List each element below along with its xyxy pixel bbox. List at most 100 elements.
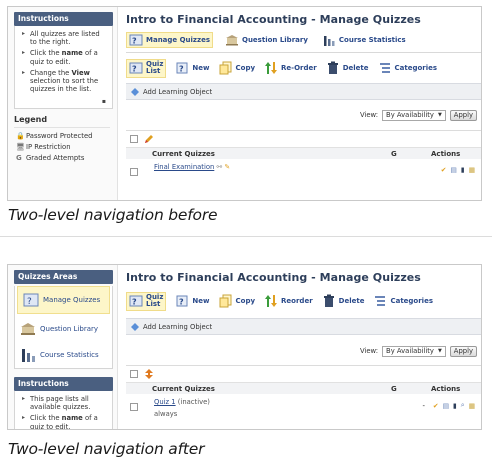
- table-tools: [126, 131, 481, 147]
- table-header: Current Quizzes G Actions: [126, 382, 481, 394]
- graded-icon: G: [16, 154, 22, 163]
- reorder-button[interactable]: Re-Order: [264, 61, 317, 75]
- instruction-item: ▸ Click the name of a quiz to edit.: [22, 414, 98, 430]
- copy-action-icon[interactable]: ▦: [469, 166, 475, 174]
- view-label: View:: [359, 111, 379, 119]
- row-actions: - ✔ ▤ ▮ ⌕ ▦: [422, 401, 481, 410]
- instructions-list: ▸ This page lists all available quizzes. …: [15, 391, 112, 430]
- preview-action-icon[interactable]: ▤: [450, 166, 456, 174]
- tab-bar: ? Manage Quizzes Question Library Course…: [126, 31, 481, 48]
- add-learning-object-bar[interactable]: Add Learning Object: [126, 83, 481, 100]
- quiz-list-button[interactable]: ? Quiz List: [126, 291, 167, 311]
- trash-icon: [327, 61, 338, 74]
- col-actions: Actions: [431, 384, 461, 393]
- legend-item: 🖥 IP Restriction: [16, 143, 71, 152]
- table-tools: [126, 366, 481, 382]
- sidebar-after: Quizzes Areas ? Manage Quizzes Question …: [8, 265, 118, 429]
- categories-button[interactable]: Categories: [378, 61, 437, 75]
- quiz-link[interactable]: Final Examination: [154, 163, 214, 171]
- instruction-item: ▸ Click the name of a quiz to edit.: [22, 49, 98, 66]
- copy-icon: [219, 294, 231, 308]
- search-action-icon[interactable]: ⌕: [461, 401, 465, 410]
- pencil-icon[interactable]: ✎: [224, 163, 230, 171]
- table-row: Final Examination ⚯ ✎ ✔ ▤ ▮ ▦: [126, 159, 481, 176]
- bullet-arrow-icon: ▸: [22, 68, 26, 76]
- quiz-link[interactable]: Quiz 1: [154, 398, 176, 406]
- tab-question-library[interactable]: Question Library: [223, 33, 310, 47]
- row-actions: ✔ ▤ ▮ ▦: [441, 166, 481, 174]
- instruction-item: ▸ All quizzes are listed to the right.: [22, 30, 100, 47]
- legend-item: G Graded Attempts: [16, 154, 85, 163]
- library-icon: [226, 34, 238, 45]
- quiz-table: Current Quizzes G Actions Quiz 1 (inacti…: [126, 365, 481, 418]
- svg-text:?: ?: [27, 297, 32, 307]
- select-all-checkbox[interactable]: [130, 370, 138, 378]
- quiz-list-icon: ?: [129, 62, 143, 74]
- svg-text:?: ?: [132, 36, 137, 45]
- categories-button[interactable]: Categories: [373, 294, 433, 308]
- select-all-checkbox[interactable]: [130, 135, 138, 143]
- copy-button[interactable]: Copy: [219, 61, 255, 75]
- bar-chart-icon: [22, 349, 35, 362]
- grade-value: -: [422, 401, 425, 410]
- chevron-down-icon: ▼: [437, 111, 442, 118]
- preview-action-icon[interactable]: ▤: [443, 402, 449, 410]
- row-checkbox[interactable]: [130, 168, 138, 176]
- bar-chart-icon: [323, 35, 335, 46]
- area-question-library[interactable]: Question Library: [15, 316, 112, 342]
- add-learning-object-bar[interactable]: Add Learning Object: [126, 318, 481, 335]
- apply-button[interactable]: Apply: [449, 109, 477, 121]
- caption-after: Two-level navigation after: [8, 440, 205, 458]
- link-icon: ⚯: [216, 163, 223, 171]
- stats-action-icon[interactable]: ▮: [453, 402, 457, 410]
- legend-item: 🔒 Password Protected: [16, 132, 93, 141]
- instructions-list: ▸ All quizzes are listed to the right. ▸ C…: [15, 26, 112, 98]
- collapse-icon[interactable]: ▪: [15, 98, 112, 108]
- quizzes-areas-header: Quizzes Areas: [14, 270, 113, 284]
- tab-course-statistics[interactable]: Course Statistics: [320, 33, 408, 47]
- check-action-icon[interactable]: ✔: [433, 402, 439, 410]
- areas-box: ? Manage Quizzes Question Library Course…: [14, 286, 113, 369]
- view-select[interactable]: By Availability ▼: [382, 109, 446, 121]
- check-action-icon[interactable]: ✔: [441, 166, 447, 174]
- delete-button[interactable]: Delete: [326, 61, 369, 75]
- legend-list: 🔒 Password Protected 🖥 IP Restriction G …: [8, 128, 117, 162]
- view-label: View:: [359, 347, 379, 355]
- svg-text:?: ?: [179, 298, 184, 307]
- quiz-list-button[interactable]: ? Quiz List: [126, 58, 167, 78]
- apply-button[interactable]: Apply: [449, 345, 477, 357]
- new-button[interactable]: ? New: [175, 61, 210, 75]
- row-checkbox[interactable]: [130, 403, 138, 411]
- edit-pencil-icon[interactable]: [144, 134, 154, 144]
- delete-button[interactable]: Delete: [322, 294, 364, 308]
- area-course-statistics[interactable]: Course Statistics: [15, 342, 112, 368]
- page-title: Intro to Financial Accounting - Manage Q…: [126, 13, 421, 26]
- tab-manage-quizzes[interactable]: ? Manage Quizzes: [126, 31, 213, 48]
- reorder-small-icon[interactable]: [144, 369, 154, 379]
- quiz-list-icon: ?: [129, 295, 143, 307]
- copy-action-icon[interactable]: ▦: [469, 402, 475, 410]
- table-header: Current Quizzes G Actions: [126, 147, 481, 159]
- categories-icon: [375, 296, 386, 306]
- quiz-icon: ?: [23, 293, 39, 307]
- copy-button[interactable]: Copy: [219, 294, 255, 308]
- toolbar: ? Quiz List ? New Copy Re-Order Delete C…: [126, 56, 481, 80]
- svg-text:?: ?: [132, 298, 137, 307]
- area-manage-quizzes[interactable]: ? Manage Quizzes: [17, 286, 110, 314]
- screenshot-after: Quizzes Areas ? Manage Quizzes Question …: [7, 264, 482, 430]
- svg-text:?: ?: [179, 65, 184, 74]
- instruction-item: ▸ This page lists all available quizzes.: [22, 395, 91, 412]
- toolbar: ? Quiz List ? New Copy Reorder Delete Ca…: [126, 289, 481, 313]
- sidebar-before: Instructions ▸ All quizzes are listed to …: [8, 7, 118, 200]
- quiz-table: Current Quizzes G Actions Final Examinat…: [126, 130, 481, 176]
- availability-text: always: [154, 410, 178, 418]
- view-select[interactable]: By Availability ▼: [382, 345, 446, 357]
- bullet-arrow-icon: ▸: [22, 414, 26, 422]
- trash-icon: [323, 294, 334, 307]
- reorder-button[interactable]: Reorder: [264, 294, 313, 308]
- stats-action-icon[interactable]: ▮: [461, 166, 465, 174]
- computer-icon: 🖥: [16, 143, 25, 152]
- new-button[interactable]: ? New: [175, 294, 210, 308]
- instructions-header: Instructions: [14, 377, 113, 391]
- copy-icon: [219, 61, 231, 75]
